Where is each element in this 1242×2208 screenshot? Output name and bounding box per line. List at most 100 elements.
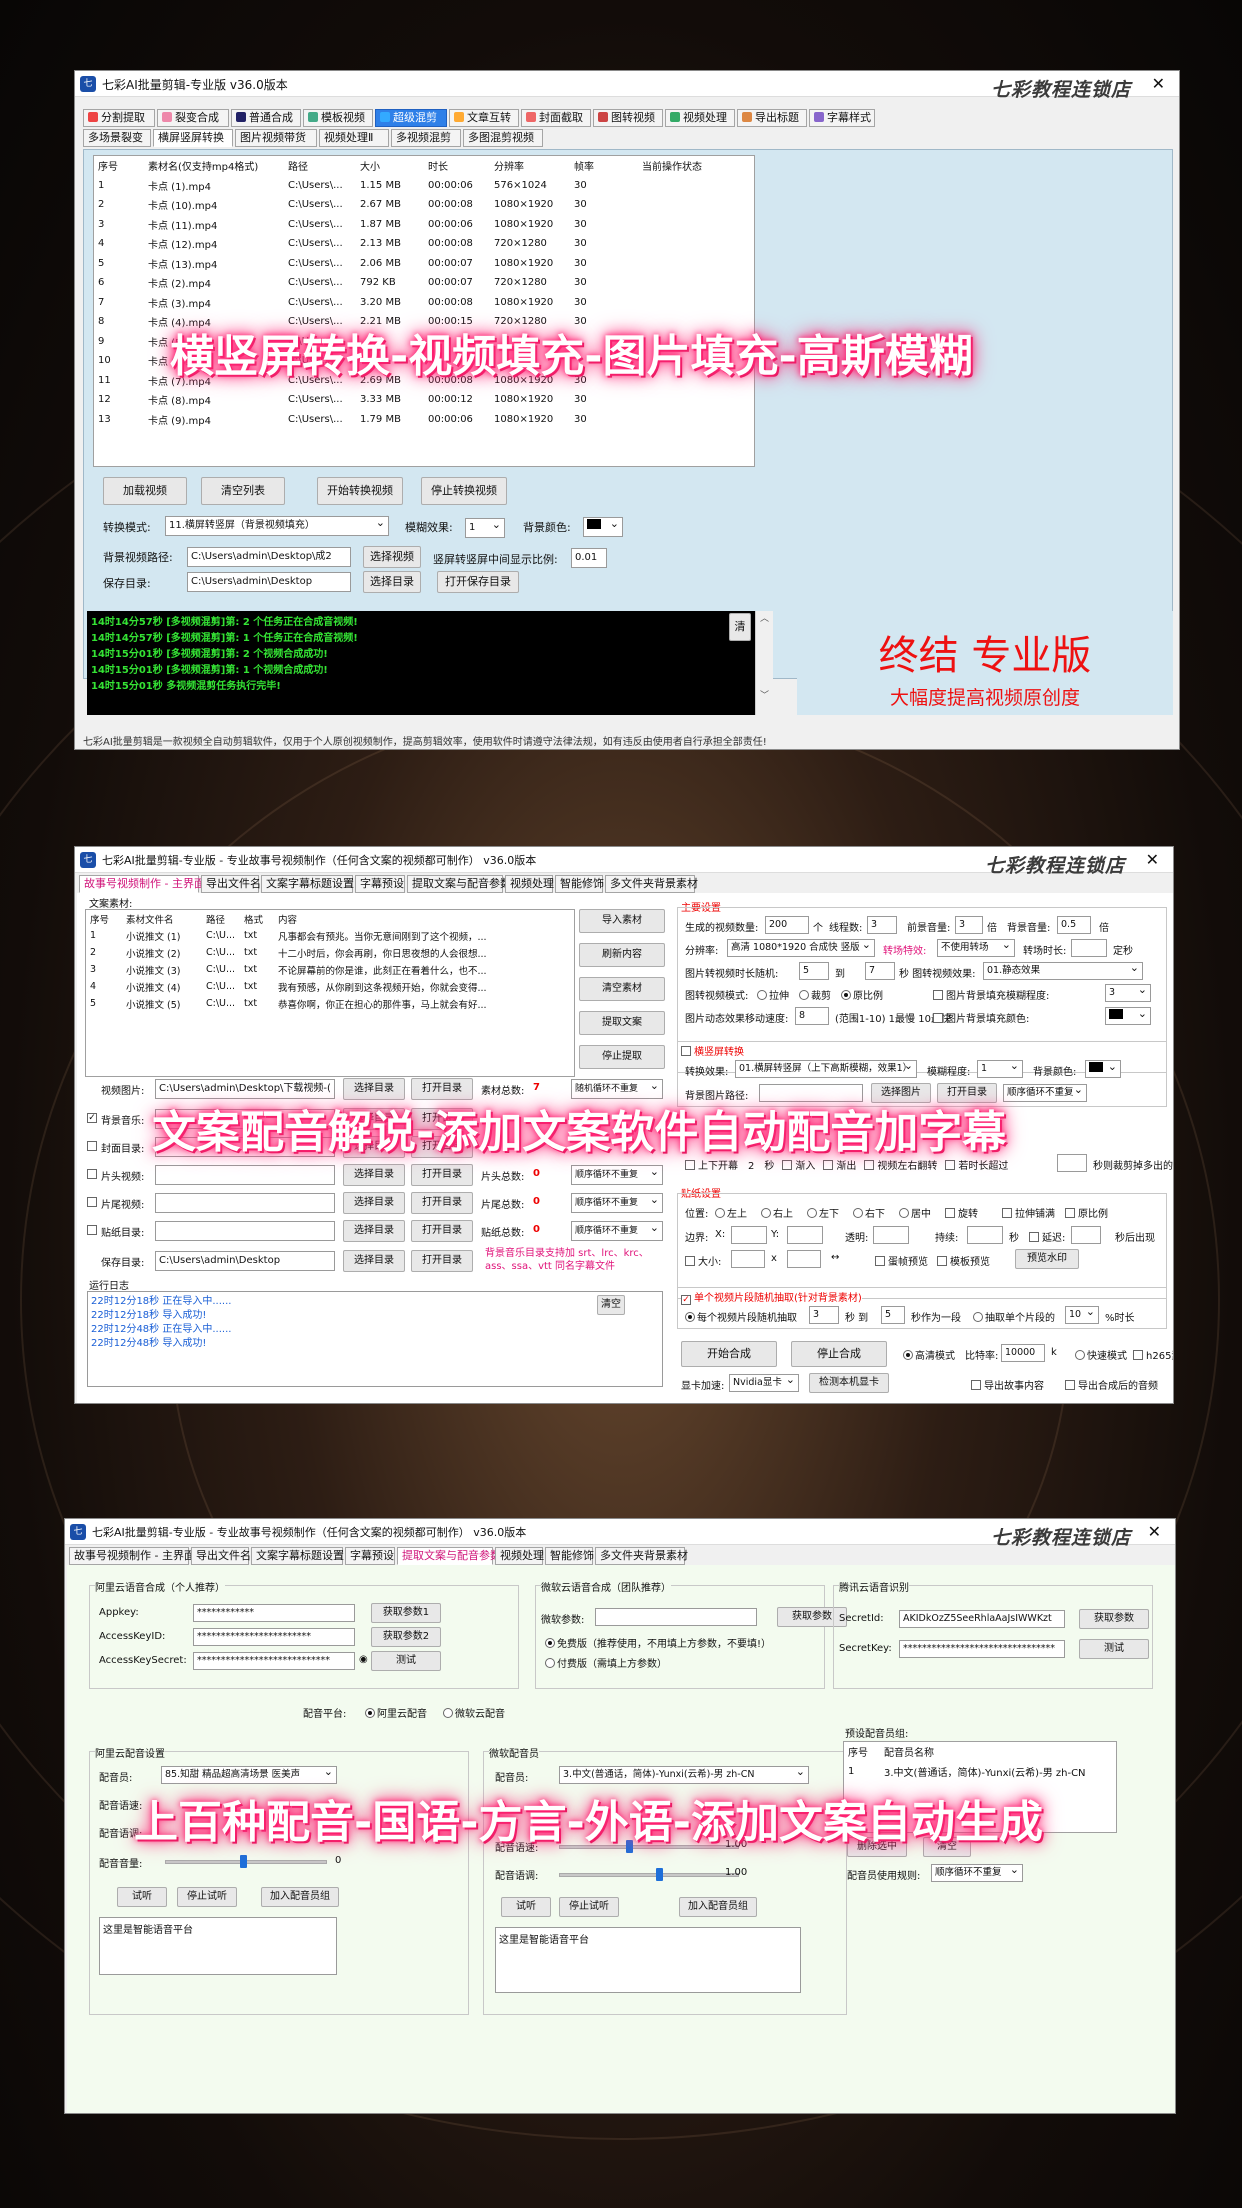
column-header[interactable]: 内容 — [274, 910, 574, 927]
ali-voice-select[interactable]: 85.知甜 精品超高清场景 医美声 — [161, 1766, 337, 1784]
check-tpl[interactable]: 模板预览 — [937, 1253, 990, 1268]
column-header[interactable]: 配音员名称 — [880, 1742, 1090, 1762]
select-dir-button[interactable]: 选择目录 — [343, 1164, 405, 1186]
select-dir-button[interactable]: 选择目录 — [363, 571, 421, 593]
check-scroll_up[interactable]: 上下开幕 2 秒 — [685, 1160, 774, 1172]
add-group-button[interactable]: 加入配音员组 — [261, 1887, 339, 1907]
stop-compose-button[interactable]: 停止合成 — [791, 1341, 887, 1367]
mode-select[interactable]: 11.横屏转竖屏（背景视频填充） — [165, 516, 389, 536]
close-icon[interactable]: ✕ — [1148, 1522, 1161, 1541]
platform-ali[interactable]: 阿里云配音 — [365, 1705, 427, 1720]
single-extract[interactable]: 抽取单个片段的 — [973, 1309, 1055, 1324]
tab-10[interactable]: 导出标题 — [737, 109, 807, 127]
table-row[interactable]: 7 卡点 (3).mp4 C:\Users\... 3.20 MB 00:00:08 10… — [94, 293, 748, 313]
tab-4[interactable]: 字幕预设 — [355, 875, 405, 893]
check-size[interactable]: 大小: — [685, 1253, 721, 1268]
single-to[interactable]: 5 — [881, 1306, 905, 1324]
img-dur-from[interactable]: 5 — [799, 962, 829, 980]
open-dir-button[interactable]: 打开保存目录 — [437, 571, 519, 593]
radio-pos-2[interactable]: 右上 — [761, 1208, 793, 1220]
table-row[interactable]: 3 卡点 (11).mp4 C:\Users\... 1.87 MB 00:00:06 1… — [94, 215, 748, 235]
get-param1-button[interactable]: 获取参数1 — [371, 1603, 441, 1623]
load-video-button[interactable]: 加载视频 — [103, 477, 187, 505]
table-row[interactable]: 5 小说推文 (5) C:\U... txt 恭喜你啊，你正在担心的那件事，马上就会有好… — [86, 995, 574, 1012]
gen-count-input[interactable]: 200 — [765, 916, 809, 934]
loop-select[interactable]: 顺序循环不重复 — [1003, 1084, 1087, 1102]
ms-pitch-slider[interactable] — [559, 1868, 739, 1881]
aks-input[interactable]: **************************** — [193, 1652, 355, 1670]
checkbox[interactable] — [681, 1046, 691, 1056]
fast-mode[interactable]: 快速模式 — [1075, 1347, 1127, 1362]
bitrate-input[interactable]: 10000 — [1001, 1344, 1045, 1362]
tab-4[interactable]: 模板视频 — [303, 109, 373, 127]
row-checkbox[interactable] — [87, 1113, 97, 1123]
side-button-3[interactable]: 清空素材 — [579, 977, 665, 1001]
check-orig[interactable]: 原比例 — [1065, 1208, 1108, 1220]
close-icon[interactable]: ✕ — [1146, 850, 1159, 869]
tab-5[interactable]: 多视频混剪 — [391, 129, 461, 147]
table-row[interactable]: 6 卡点 (2).mp4 C:\Users\... 792 KB 00:00:07 720… — [94, 273, 748, 293]
tab-2[interactable]: 导出文件名 — [191, 1547, 251, 1565]
radio-opt_orig[interactable]: 原比例 — [841, 990, 883, 1002]
blur-select[interactable]: 1 — [465, 518, 505, 538]
duration-input[interactable] — [967, 1226, 1003, 1244]
tab-2[interactable]: 裂变合成 — [157, 109, 229, 127]
row-checkbox[interactable] — [87, 1197, 97, 1207]
w-input[interactable] — [731, 1250, 765, 1268]
gpu-select[interactable]: Nvidia显卡 — [729, 1374, 799, 1392]
bgcolor-select[interactable] — [1085, 1060, 1121, 1078]
export-audio[interactable]: 导出合成后的音频 — [1065, 1377, 1158, 1392]
loop-select[interactable]: 顺序循环不重复 — [571, 1221, 663, 1241]
radio-pos-3[interactable]: 左下 — [807, 1208, 839, 1220]
bgpath-input[interactable]: C:\Users\admin\Desktop\成2 — [187, 547, 351, 567]
slider-knob[interactable] — [656, 1868, 663, 1881]
threads-input[interactable]: 3 — [867, 916, 897, 934]
open-dir-button[interactable]: 打开目录 — [411, 1250, 473, 1272]
h-input[interactable] — [787, 1250, 821, 1268]
radio-opt_stretch[interactable]: 拉伸 — [757, 990, 789, 1002]
single-pct[interactable]: 10 — [1065, 1306, 1099, 1324]
table-row[interactable]: 2 卡点 (10).mp4 C:\Users\... 2.67 MB 00:00:08 1… — [94, 195, 748, 215]
tab-8[interactable]: 多文件夹背景素材 — [605, 875, 698, 893]
ratio-input[interactable]: 0.01 — [571, 548, 607, 568]
tab-5[interactable]: 提取文案与配音参数 — [407, 875, 511, 893]
side-button-5[interactable]: 停止提取 — [579, 1045, 665, 1069]
ms-stop-try-button[interactable]: 停止试听 — [559, 1897, 619, 1917]
checkbox[interactable] — [933, 990, 943, 1000]
radio-pos-5[interactable]: 居中 — [899, 1208, 931, 1220]
column-header[interactable]: 序号 — [86, 910, 122, 927]
sample-text[interactable]: 这里是智能语音平台 — [99, 1917, 337, 1975]
table-row[interactable]: 4 卡点 (12).mp4 C:\Users\... 2.13 MB 00:00:08 7… — [94, 234, 748, 254]
tab-4[interactable]: 视频处理Ⅱ — [319, 129, 389, 147]
checkbox[interactable] — [933, 1013, 943, 1023]
checkbox[interactable] — [681, 1295, 691, 1305]
trans-select[interactable]: 不使用转场 — [937, 939, 1015, 957]
start-compose-button[interactable]: 开始合成 — [681, 1341, 777, 1367]
stop-convert-button[interactable]: 停止转换视频 — [421, 477, 507, 505]
check-lr_flip[interactable]: 视频左右翻转 — [864, 1160, 937, 1172]
platform-ms[interactable]: 微软云配音 — [443, 1705, 505, 1720]
open-dir-button[interactable]: 打开目录 — [411, 1192, 473, 1214]
radio-pos-1[interactable]: 左上 — [715, 1208, 747, 1220]
table-row[interactable]: 1 小说推文 (1) C:\U... txt 凡事都会有预兆。当你无意间刚到了这个视频，… — [86, 927, 574, 944]
volume-slider[interactable] — [165, 1855, 327, 1868]
export-story[interactable]: 导出故事内容 — [971, 1377, 1044, 1392]
row-input[interactable] — [155, 1221, 335, 1241]
close-icon[interactable]: ✕ — [1152, 74, 1165, 93]
single-from[interactable]: 3 — [809, 1306, 839, 1324]
secretkey-input[interactable]: ******************************** — [899, 1640, 1065, 1658]
bgcolor-select[interactable] — [583, 517, 623, 537]
table-row[interactable]: 13 卡点 (9).mp4 C:\Users\... 1.79 MB 00:00:06 1… — [94, 410, 748, 430]
column-header[interactable]: 路径 — [284, 156, 356, 176]
tab-5[interactable]: 超级混剪 — [375, 109, 447, 127]
x-input[interactable] — [731, 1226, 767, 1244]
table-row[interactable]: 4 小说推文 (4) C:\U... txt 我有预感，从你刷到这条视频开始，你就会变得… — [86, 978, 574, 995]
tab-4[interactable]: 字幕预设 — [345, 1547, 395, 1565]
column-header[interactable]: 素材名(仅支持mp4格式) — [144, 156, 284, 176]
img-effect-select[interactable]: 01.静态效果 — [983, 962, 1143, 980]
conv-select[interactable]: 01.横屏转竖屏（上下高斯模糊，效果1） — [735, 1060, 917, 1078]
row-input[interactable] — [155, 1193, 335, 1213]
loop-select[interactable]: 顺序循环不重复 — [571, 1165, 663, 1185]
stop-try-button[interactable]: 停止试听 — [177, 1887, 237, 1907]
secretid-input[interactable]: AKIDkOzZ5SeeRhlaAaJsIWWKzt — [899, 1610, 1065, 1628]
